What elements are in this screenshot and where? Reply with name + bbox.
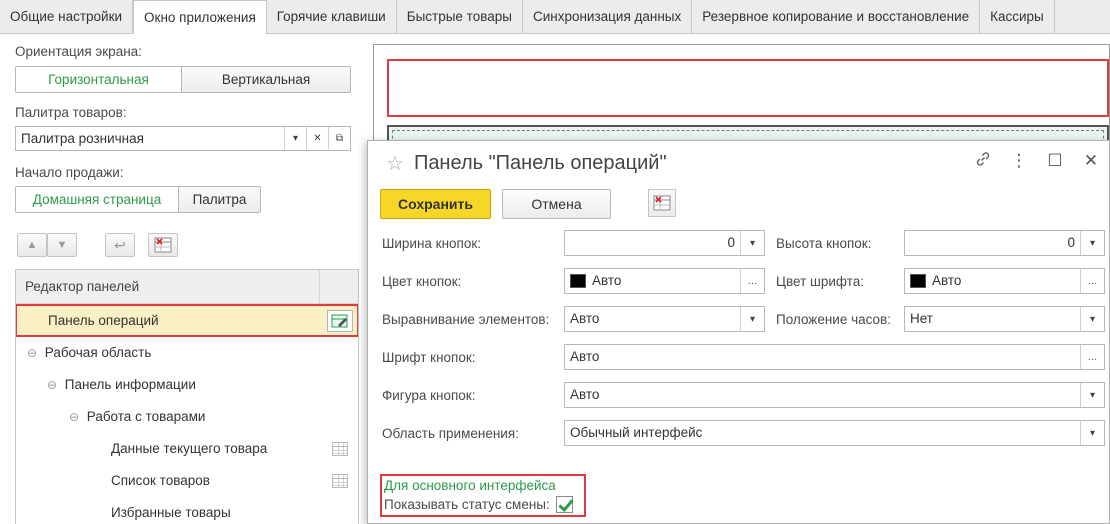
tab-general-settings[interactable]: Общие настройки — [0, 0, 134, 34]
font-color-value: Авто — [932, 273, 962, 288]
button-height-label: Высота кнопок: — [776, 236, 872, 251]
clock-position-label: Положение часов: — [776, 312, 891, 327]
alignment-label: Выравнивание элементов: — [382, 312, 550, 327]
clock-position-select[interactable]: Нет ▾ — [904, 306, 1105, 332]
dialog-title: ☆ Панель "Панель операций" — [386, 151, 667, 176]
color-swatch — [570, 274, 586, 288]
grid-icon — [332, 474, 348, 488]
close-icon[interactable]: ✕ — [1073, 151, 1109, 172]
ellipsis-icon[interactable]: … — [740, 269, 764, 293]
button-color-value: Авто — [592, 273, 622, 288]
button-font-value: Авто — [570, 349, 600, 364]
sale-start-home-button[interactable]: Домашняя страница — [16, 187, 178, 212]
dropdown-icon[interactable]: ▾ — [740, 231, 764, 255]
save-button[interactable]: Сохранить — [380, 189, 491, 219]
group-title: Для основного интерфейса — [384, 478, 556, 493]
arrow-down-icon[interactable]: ▼ — [47, 233, 77, 257]
link-icon[interactable] — [965, 151, 1001, 172]
dropdown-icon[interactable]: ▾ — [1080, 421, 1104, 445]
button-shape-select[interactable]: Авто ▾ — [564, 382, 1105, 408]
tree-header: Редактор панелей — [16, 270, 358, 304]
palette-value: Палитра розничная — [21, 131, 144, 146]
button-width-field[interactable]: 0 ▾ — [564, 230, 765, 256]
button-font-label: Шрифт кнопок: — [382, 350, 476, 365]
button-shape-label: Фигура кнопок: — [382, 388, 476, 403]
preview-operations-panel[interactable] — [387, 59, 1109, 117]
sale-start-label: Начало продажи: — [15, 165, 124, 180]
tree-row-products-work[interactable]: ⊖ Работа с товарами — [16, 401, 358, 433]
show-shift-status-label: Показывать статус смены: — [384, 497, 550, 512]
button-shape-value: Авто — [570, 387, 600, 402]
edit-icon[interactable] — [327, 310, 353, 332]
button-width-label: Ширина кнопок: — [382, 236, 482, 251]
tree-row-label: Панель операций — [48, 313, 159, 328]
button-height-value: 0 — [1067, 235, 1075, 250]
tree-row-operations-panel[interactable]: Панель операций — [16, 304, 358, 337]
left-settings-panel: Ориентация экрана: Горизонтальная Вертик… — [0, 35, 362, 524]
tree-row-product-list[interactable]: Список товаров — [16, 465, 358, 497]
alignment-value: Авто — [570, 311, 600, 326]
dropdown-icon[interactable]: ▾ — [1080, 383, 1104, 407]
tree-row-favorites[interactable]: Избранные товары — [16, 497, 358, 524]
orientation-label: Ориентация экрана: — [15, 44, 142, 59]
tree-row-current-product[interactable]: Данные текущего товара — [16, 433, 358, 465]
dropdown-icon[interactable]: ▾ — [284, 127, 306, 150]
settings-tabs: Общие настройки Окно приложения Горячие … — [0, 0, 1110, 35]
table-settings-icon[interactable] — [648, 189, 676, 217]
dialog-window-controls: ⋮ ☐ ✕ — [965, 151, 1109, 172]
tab-app-window[interactable]: Окно приложения — [133, 0, 267, 35]
panel-editor-tree: Редактор панелей Панель операций ⊖ Рабоч… — [15, 269, 359, 524]
dropdown-icon[interactable]: ▾ — [1080, 307, 1104, 331]
clock-position-value: Нет — [910, 311, 933, 326]
palette-select[interactable]: Палитра розничная ▾ ✕ ⧉ — [15, 126, 351, 151]
tree-row-info-panel[interactable]: ⊖ Панель информации — [16, 369, 358, 401]
button-color-label: Цвет кнопок: — [382, 274, 462, 289]
undo-icon[interactable]: ↩ — [105, 233, 135, 257]
more-icon[interactable]: ⋮ — [1001, 151, 1037, 172]
clear-icon[interactable]: ✕ — [306, 127, 328, 150]
tab-hotkeys[interactable]: Горячие клавиши — [267, 0, 397, 34]
dialog-title-text: Панель "Панель операций" — [413, 152, 667, 174]
star-icon[interactable]: ☆ — [386, 151, 404, 176]
show-shift-status-row: Показывать статус смены: — [384, 496, 573, 513]
grid-icon — [332, 442, 348, 456]
button-font-field[interactable]: Авто … — [564, 344, 1105, 370]
scope-label: Область применения: — [382, 426, 519, 441]
color-swatch — [910, 274, 926, 288]
dropdown-icon[interactable]: ▾ — [1080, 231, 1104, 255]
panel-settings-dialog: ☆ Панель "Панель операций" ⋮ ☐ ✕ Сохрани… — [367, 140, 1110, 524]
cancel-button[interactable]: Отмена — [502, 189, 611, 219]
button-color-field[interactable]: Авто … — [564, 268, 765, 294]
main-interface-group: Для основного интерфейса Показывать стат… — [380, 474, 586, 517]
open-icon[interactable]: ⧉ — [328, 127, 350, 150]
button-height-field[interactable]: 0 ▾ — [904, 230, 1105, 256]
arrow-up-icon[interactable]: ▲ — [17, 233, 47, 257]
palette-label: Палитра товаров: — [15, 105, 127, 120]
scope-value: Обычный интерфейс — [570, 425, 703, 440]
font-color-label: Цвет шрифта: — [776, 274, 864, 289]
tree-row-work-area[interactable]: ⊖ Рабочая область — [16, 337, 358, 369]
button-width-value: 0 — [727, 235, 735, 250]
scope-select[interactable]: Обычный интерфейс ▾ — [564, 420, 1105, 446]
font-color-field[interactable]: Авто … — [904, 268, 1105, 294]
dropdown-icon[interactable]: ▾ — [740, 307, 764, 331]
ellipsis-icon[interactable]: … — [1080, 345, 1104, 369]
orientation-horizontal-button[interactable]: Горизонтальная — [16, 67, 181, 92]
tab-backup-restore[interactable]: Резервное копирование и восстановление — [692, 0, 981, 34]
tab-quick-products[interactable]: Быстрые товары — [397, 0, 523, 34]
maximize-icon[interactable]: ☐ — [1037, 151, 1073, 172]
sale-start-switch: Домашняя страница Палитра — [15, 186, 261, 213]
alignment-select[interactable]: Авто ▾ — [564, 306, 765, 332]
tab-data-sync[interactable]: Синхронизация данных — [523, 0, 693, 34]
checkbox-checked-icon[interactable] — [555, 496, 573, 513]
orientation-vertical-button[interactable]: Вертикальная — [181, 67, 350, 92]
sale-start-palette-button[interactable]: Палитра — [178, 187, 260, 212]
orientation-switch: Горизонтальная Вертикальная — [15, 66, 351, 93]
tab-cashiers[interactable]: Кассиры — [980, 0, 1055, 34]
table-settings-icon[interactable] — [148, 233, 178, 257]
ellipsis-icon[interactable]: … — [1080, 269, 1104, 293]
